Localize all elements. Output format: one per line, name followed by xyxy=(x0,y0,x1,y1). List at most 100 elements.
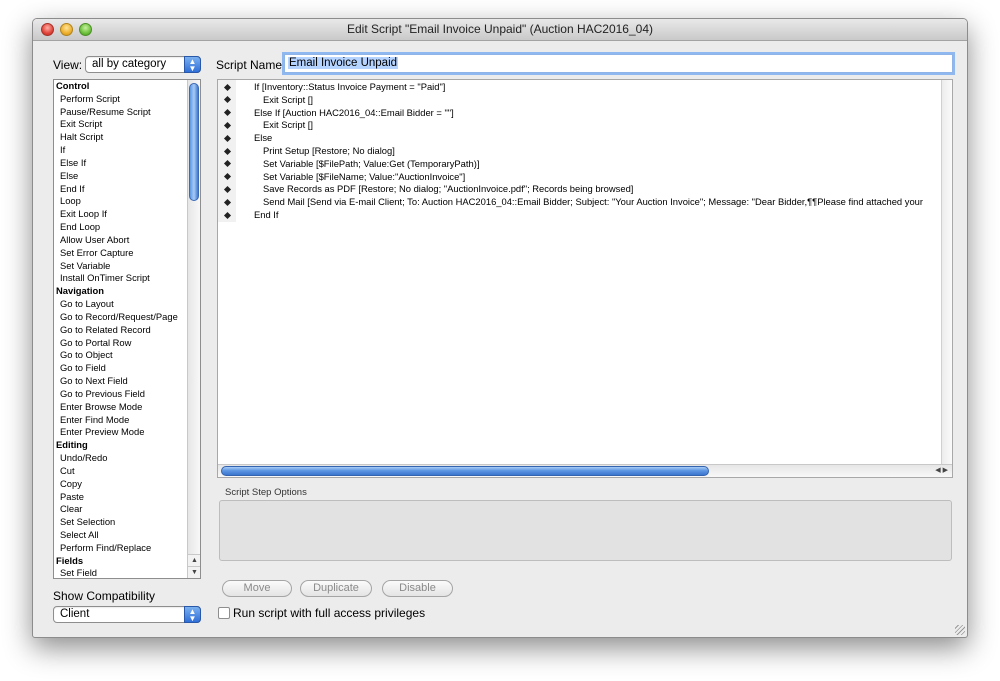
step-category: Control xyxy=(56,80,90,91)
step-category: Fields xyxy=(56,554,84,566)
script-line[interactable]: Print Setup [Restore; No dialog] xyxy=(218,145,938,158)
horizontal-scroll-arrows-icon[interactable]: ◀▶ xyxy=(935,466,950,476)
script-line-text: Else If [Auction HAC2016_04::Email Bidde… xyxy=(254,106,454,118)
script-steps-list[interactable]: Control Perform Script Pause/Resume Script… xyxy=(53,79,201,579)
step-item[interactable]: Pause/Resume Script xyxy=(54,106,200,119)
step-item[interactable]: Halt Script xyxy=(54,131,200,144)
step-drag-handle-icon[interactable] xyxy=(223,147,232,155)
scroll-up-arrow-icon[interactable]: ▲ xyxy=(188,554,200,566)
compatibility-popup[interactable]: Client ▲ ▼ xyxy=(53,606,201,623)
scroll-down-arrow-icon[interactable]: ▼ xyxy=(188,566,200,578)
script-line-text: Set Variable [$FileName; Value:"AuctionI… xyxy=(263,170,466,182)
step-item[interactable]: Else xyxy=(54,170,200,183)
full-access-checkbox[interactable] xyxy=(218,607,230,619)
steps-container: Control Perform Script Pause/Resume Script… xyxy=(54,80,200,578)
step-item[interactable]: Paste xyxy=(54,491,200,504)
step-item[interactable]: Set Error Capture xyxy=(54,247,200,260)
step-category: Navigation xyxy=(56,285,104,297)
step-item[interactable]: Enter Preview Mode xyxy=(54,426,200,439)
step-item[interactable]: Go to Portal Row xyxy=(54,337,200,350)
script-step-options-box xyxy=(219,500,952,561)
step-item[interactable]: Go to Related Record xyxy=(54,324,200,337)
horizontal-scroll-thumb[interactable] xyxy=(221,466,709,476)
script-line[interactable]: If [Inventory::Status Invoice Payment = … xyxy=(218,81,938,94)
script-line-text: Exit Script [] xyxy=(263,119,314,131)
step-item[interactable]: Go to Field xyxy=(54,362,200,375)
script-line[interactable]: Set Variable [$FilePath; Value:Get (Temp… xyxy=(218,158,938,171)
script-line[interactable]: Exit Script [] xyxy=(218,94,938,107)
script-line-text: Set Variable [$FilePath; Value:Get (Temp… xyxy=(263,157,480,169)
script-line[interactable]: Send Mail [Send via E-mail Client; To: A… xyxy=(218,196,938,209)
step-item[interactable]: Go to Object xyxy=(54,349,200,362)
step-category: Editing xyxy=(56,439,88,451)
step-item[interactable]: Go to Record/Request/Page xyxy=(54,311,200,324)
steps-scrollbar[interactable]: ▲ ▼ xyxy=(187,80,200,578)
script-step-options-label: Script Step Options xyxy=(225,487,307,498)
resize-grip-icon[interactable] xyxy=(955,625,965,635)
script-line[interactable]: Exit Script [] xyxy=(218,119,938,132)
step-item[interactable]: Cut xyxy=(54,465,200,478)
script-line-text: End If xyxy=(254,209,279,220)
script-line[interactable]: Set Variable [$FileName; Value:"AuctionI… xyxy=(218,171,938,184)
step-item[interactable]: Set Variable xyxy=(54,260,200,273)
view-label: View: xyxy=(53,58,83,72)
script-line[interactable]: Else If [Auction HAC2016_04::Email Bidde… xyxy=(218,107,938,120)
steps-scroll-thumb[interactable] xyxy=(189,83,199,201)
step-item[interactable]: Perform Find/Replace xyxy=(54,542,200,555)
step-item[interactable]: If xyxy=(54,144,200,157)
script-line-text: Print Setup [Restore; No dialog] xyxy=(263,145,395,156)
step-item[interactable]: Loop xyxy=(54,195,200,208)
script-name-value: Email Invoice Unpaid xyxy=(288,57,399,69)
duplicate-button[interactable]: Duplicate xyxy=(300,580,372,597)
compatibility-popup-value: Client xyxy=(60,608,90,620)
step-item[interactable]: Go to Next Field xyxy=(54,375,200,388)
step-item[interactable]: Enter Browse Mode xyxy=(54,401,200,414)
step-item[interactable]: Copy xyxy=(54,478,200,491)
script-vertical-scrollbar[interactable] xyxy=(941,80,952,466)
step-drag-handle-icon[interactable] xyxy=(223,185,232,193)
step-item[interactable]: Perform Script xyxy=(54,93,200,106)
script-line-text: Send Mail [Send via E-mail Client; To: A… xyxy=(263,196,923,208)
step-item[interactable]: Else If xyxy=(54,157,200,170)
full-access-label: Run script with full access privileges xyxy=(233,606,426,620)
script-line-text: Else xyxy=(254,132,273,144)
move-button[interactable]: Move xyxy=(222,580,292,597)
script-line[interactable]: Save Records as PDF [Restore; No dialog;… xyxy=(218,183,938,196)
script-line-text: Save Records as PDF [Restore; No dialog;… xyxy=(263,183,634,195)
step-item[interactable]: Set Selection xyxy=(54,516,200,529)
edit-script-window: Edit Script "Email Invoice Unpaid" (Auct… xyxy=(32,18,968,638)
step-item[interactable]: Set Field xyxy=(54,567,200,578)
step-drag-handle-icon[interactable] xyxy=(223,109,232,117)
view-popup[interactable]: all by category ▲ ▼ xyxy=(85,56,201,73)
step-item[interactable]: Exit Loop If xyxy=(54,208,200,221)
step-item[interactable]: Install OnTimer Script xyxy=(54,272,200,285)
step-drag-handle-icon[interactable] xyxy=(223,134,232,142)
step-item[interactable]: End Loop xyxy=(54,221,200,234)
step-item[interactable]: Exit Script xyxy=(54,118,200,131)
step-item[interactable]: Go to Layout xyxy=(54,298,200,311)
script-line[interactable]: End If xyxy=(218,209,938,222)
step-drag-handle-icon[interactable] xyxy=(223,96,232,104)
step-drag-handle-icon[interactable] xyxy=(223,173,232,181)
step-drag-handle-icon[interactable] xyxy=(223,160,232,168)
disable-button[interactable]: Disable xyxy=(382,580,453,597)
popup-arrows-icon: ▲ ▼ xyxy=(184,56,201,73)
script-horizontal-scrollbar[interactable]: ◀▶ xyxy=(218,464,952,477)
step-drag-handle-icon[interactable] xyxy=(223,198,232,206)
step-item[interactable]: Undo/Redo xyxy=(54,452,200,465)
step-item[interactable]: End If xyxy=(54,183,200,196)
step-item[interactable]: Select All xyxy=(54,529,200,542)
step-item[interactable]: Clear xyxy=(54,503,200,516)
step-drag-handle-icon[interactable] xyxy=(223,121,232,129)
script-name-label: Script Name: xyxy=(216,58,286,72)
step-item[interactable]: Enter Find Mode xyxy=(54,414,200,427)
step-drag-handle-icon[interactable] xyxy=(223,211,232,219)
step-item[interactable]: Go to Previous Field xyxy=(54,388,200,401)
title-bar: Edit Script "Email Invoice Unpaid" (Auct… xyxy=(33,19,967,41)
popup-arrows-icon: ▲ ▼ xyxy=(184,606,201,623)
script-name-input[interactable]: Email Invoice Unpaid xyxy=(284,54,953,73)
step-item[interactable]: Allow User Abort xyxy=(54,234,200,247)
step-drag-handle-icon[interactable] xyxy=(223,83,232,91)
script-line[interactable]: Else xyxy=(218,132,938,145)
script-editor[interactable]: If [Inventory::Status Invoice Payment = … xyxy=(217,79,953,478)
